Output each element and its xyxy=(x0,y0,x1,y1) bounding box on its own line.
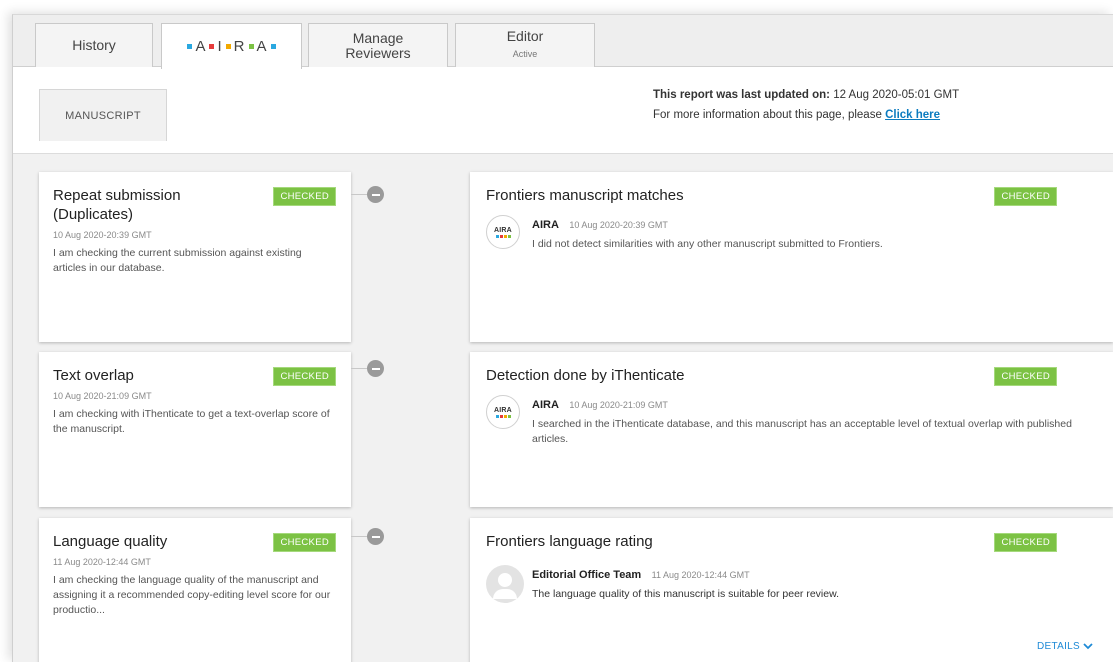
info-text: For more information about this page, pl… xyxy=(653,109,882,121)
message-author: AIRA xyxy=(532,399,559,411)
check-card-duplicates[interactable]: Repeat submission (Duplicates) CHECKED 1… xyxy=(39,172,351,342)
logo-dot xyxy=(209,44,215,49)
message-author: Editorial Office Team xyxy=(532,569,642,581)
tab-history[interactable]: History xyxy=(35,23,153,67)
tab-editor[interactable]: Editor Active xyxy=(455,23,595,67)
details-toggle[interactable]: DETAILS xyxy=(1037,641,1093,652)
message-text: The language quality of this manuscript … xyxy=(532,588,839,600)
check-description: I am checking the current submission aga… xyxy=(53,247,302,274)
avatar-text: AIRA xyxy=(494,406,512,414)
status-badge: CHECKED xyxy=(994,533,1057,552)
message-timestamp: 11 Aug 2020-12:44 GMT xyxy=(651,570,750,580)
message-author: AIRA xyxy=(532,219,559,231)
logo-dot xyxy=(270,44,276,49)
check-timestamp: 10 Aug 2020-21:09 GMT xyxy=(53,391,152,401)
connector-line xyxy=(351,368,367,369)
connector-line xyxy=(351,194,367,195)
status-badge: CHECKED xyxy=(273,187,336,206)
message-text: I searched in the iThenticate database, … xyxy=(532,418,1072,445)
collapse-minus-icon[interactable] xyxy=(367,528,384,545)
result-message: AIRA AIRA 10 Aug 2020-20:39 GMT I did no… xyxy=(486,215,1097,252)
collapse-minus-icon[interactable] xyxy=(367,186,384,203)
result-card-language-rating: Frontiers language rating CHECKED Editor… xyxy=(470,518,1113,662)
details-label: DETAILS xyxy=(1036,641,1080,652)
tab-history-label: History xyxy=(72,37,116,53)
status-badge: CHECKED xyxy=(994,367,1057,386)
result-title: Frontiers manuscript matches xyxy=(486,187,684,204)
update-label: This report was last updated on: xyxy=(653,89,830,101)
aira-report-panel: History A I R A Manage Reviewers Editor … xyxy=(12,14,1113,662)
tab-editor-label: Editor xyxy=(506,28,544,44)
tab-bar: History A I R A Manage Reviewers Editor … xyxy=(13,15,1113,69)
connector-line xyxy=(351,536,367,537)
logo-dot xyxy=(248,44,254,49)
collapse-minus-icon[interactable] xyxy=(367,360,384,377)
status-badge: CHECKED xyxy=(273,533,336,552)
aira-avatar-icon: AIRA xyxy=(486,215,520,249)
update-info: This report was last updated on: 12 Aug … xyxy=(653,85,959,125)
tab-aira[interactable]: A I R A xyxy=(161,23,302,69)
tab-manuscript-label: MANUSCRIPT xyxy=(65,109,141,122)
aira-logo: A I R A xyxy=(187,38,276,55)
status-badge: CHECKED xyxy=(994,187,1057,206)
chevron-down-icon xyxy=(1083,643,1093,650)
tab-manuscript[interactable]: MANUSCRIPT xyxy=(39,89,167,141)
check-title: Text overlap xyxy=(53,367,134,384)
message-timestamp: 10 Aug 2020-20:39 GMT xyxy=(569,220,668,230)
check-description: I am checking with iThenticate to get a … xyxy=(53,408,330,435)
check-title: Language quality xyxy=(53,533,168,550)
status-badge: CHECKED xyxy=(273,367,336,386)
result-message: AIRA AIRA 10 Aug 2020-21:09 GMT I search… xyxy=(486,395,1097,447)
avatar-text: AIRA xyxy=(494,226,512,234)
result-title: Frontiers language rating xyxy=(486,533,653,550)
update-value: 12 Aug 2020-05:01 GMT xyxy=(833,89,960,101)
tab-manage-reviewers-label: Manage Reviewers xyxy=(345,29,411,61)
logo-dot xyxy=(225,44,231,49)
tab-editor-status: Active xyxy=(512,49,538,59)
user-avatar-icon xyxy=(486,565,524,603)
check-card-language-quality[interactable]: Language quality CHECKED 11 Aug 2020-12:… xyxy=(39,518,351,662)
checks-content: Repeat submission (Duplicates) CHECKED 1… xyxy=(13,153,1113,662)
check-title: Repeat submission (Duplicates) xyxy=(53,187,181,223)
logo-letter: A xyxy=(195,38,207,55)
result-card-manuscript-matches: Frontiers manuscript matches CHECKED AIR… xyxy=(470,172,1113,342)
tab-manage-reviewers[interactable]: Manage Reviewers xyxy=(308,23,448,67)
logo-letter: R xyxy=(233,38,246,55)
logo-letter: I xyxy=(217,38,223,55)
logo-letter: A xyxy=(256,38,268,55)
result-card-ithenticate: Detection done by iThenticate CHECKED AI… xyxy=(470,352,1113,507)
report-header: MANUSCRIPT This report was last updated … xyxy=(13,67,1113,153)
check-timestamp: 10 Aug 2020-20:39 GMT xyxy=(53,230,152,240)
check-timestamp: 11 Aug 2020-12:44 GMT xyxy=(53,557,151,567)
aira-avatar-icon: AIRA xyxy=(486,395,520,429)
message-text: I did not detect similarities with any o… xyxy=(532,238,883,250)
result-title: Detection done by iThenticate xyxy=(486,367,685,384)
logo-dot xyxy=(187,44,193,49)
check-description: I am checking the language quality of th… xyxy=(53,574,331,616)
click-here-link[interactable]: Click here xyxy=(885,109,940,121)
result-message: Editorial Office Team 11 Aug 2020-12:44 … xyxy=(486,565,1097,603)
check-card-text-overlap[interactable]: Text overlap CHECKED 10 Aug 2020-21:09 G… xyxy=(39,352,351,507)
message-timestamp: 10 Aug 2020-21:09 GMT xyxy=(569,400,668,410)
